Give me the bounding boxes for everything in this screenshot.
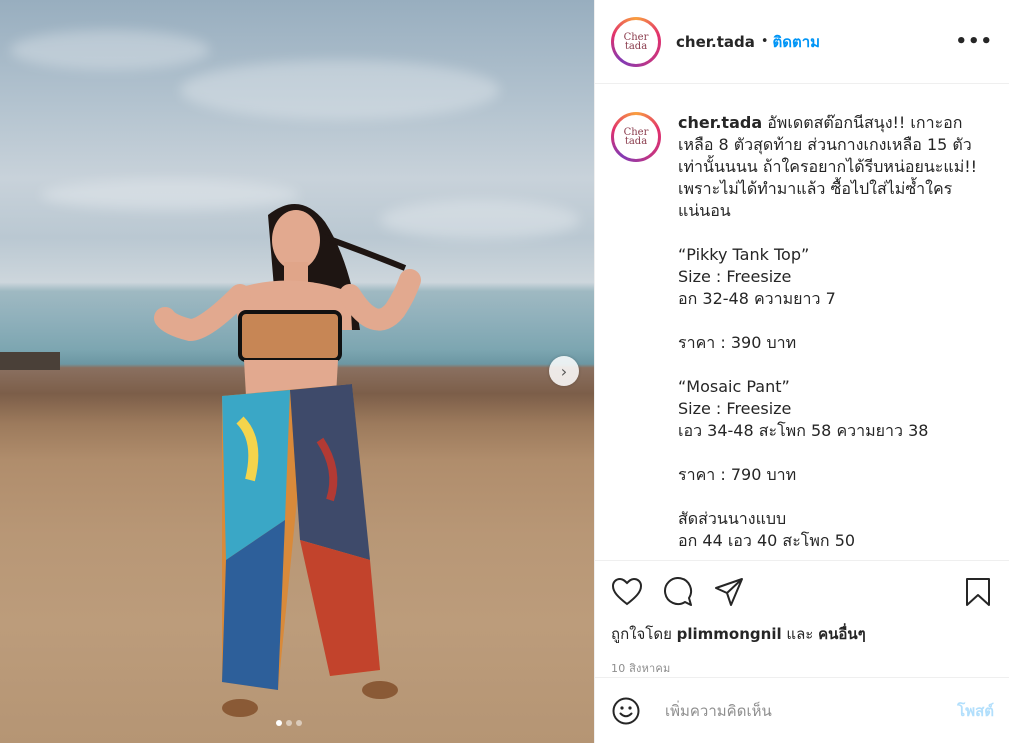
avatar-logo: Cher tada — [614, 19, 658, 64]
caption-username[interactable]: cher.tada — [678, 113, 762, 132]
bookmark-icon[interactable] — [962, 576, 994, 608]
header-username[interactable]: cher.tada — [676, 33, 755, 51]
follow-button[interactable]: ติดตาม — [773, 30, 821, 54]
likes-others-link[interactable]: คนอื่นๆ — [818, 625, 866, 643]
carousel-dots — [276, 720, 302, 726]
likes-prefix: ถูกใจโดย — [611, 625, 672, 643]
liker-username[interactable]: plimmongnil — [677, 625, 782, 643]
actions-area: ถูกใจโดย plimmongnil และ คนอื่นๆ 10 สิงห… — [595, 560, 1009, 677]
comment-input[interactable]: เพิ่มความคิดเห็น — [665, 699, 772, 723]
caption-text: อัพเดตสต๊อกนีสนุง!! เกาะอกเหลือ 8 ตัวสุด… — [678, 113, 978, 550]
action-icons — [611, 561, 994, 623]
model-figure — [0, 204, 421, 717]
likes-joiner: และ — [786, 625, 814, 643]
carousel-dot — [276, 720, 282, 726]
carousel-dot — [286, 720, 292, 726]
more-options-icon[interactable]: ••• — [955, 31, 993, 52]
carousel-dot — [296, 720, 302, 726]
comment-bar: เพิ่มความคิดเห็น โพสต์ — [595, 677, 1009, 743]
likes-line: ถูกใจโดย plimmongnil และ คนอื่นๆ — [611, 622, 994, 646]
comment-icon[interactable] — [662, 576, 694, 608]
separator-dot: • — [760, 34, 769, 49]
avatar-logo: Cher tada — [614, 115, 658, 159]
carousel-next-button[interactable]: › — [549, 356, 579, 386]
post-sidebar: Cher tada cher.tada • ติดตาม ••• Cher tada… — [594, 0, 1009, 743]
avatar[interactable]: Cher tada — [611, 16, 661, 67]
post-comment-button[interactable]: โพสต์ — [957, 699, 994, 723]
emoji-icon[interactable] — [611, 696, 641, 726]
post-header: Cher tada cher.tada • ติดตาม ••• — [595, 0, 1009, 84]
chevron-right-icon: › — [560, 361, 568, 381]
share-icon[interactable] — [713, 576, 745, 608]
caption-avatar[interactable]: Cher tada — [611, 112, 661, 162]
post-photo[interactable]: › — [0, 0, 594, 743]
caption-body: cher.tada อัพเดตสต๊อกนีสนุง!! เกาะอกเหลื… — [678, 112, 978, 560]
post-date[interactable]: 10 สิงหาคม — [611, 659, 994, 677]
heart-icon[interactable] — [611, 576, 643, 608]
caption-area: Cher tada cher.tada อัพเดตสต๊อกนีสนุง!! เ… — [595, 86, 1009, 560]
